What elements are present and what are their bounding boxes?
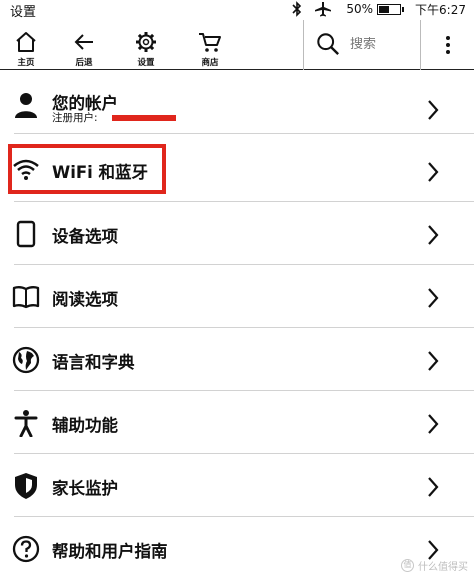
home-label: 主页	[17, 58, 35, 68]
battery-fill	[379, 5, 389, 13]
more-vertical-icon	[445, 36, 450, 54]
settings-item-label: 帮助和用户指南	[52, 542, 168, 561]
status-indicators: 50% 下午6:27	[290, 0, 466, 18]
home-button[interactable]: 主页	[4, 22, 48, 68]
settings-button[interactable]: 设置	[124, 22, 168, 68]
settings-item-reading-options[interactable]: 阅读选项	[0, 265, 474, 328]
settings-item-account[interactable]: 您的帐户 注册用户:	[0, 71, 474, 134]
device-icon	[16, 220, 36, 248]
chevron-right-icon	[428, 100, 439, 120]
watermark-text: 什么值得买	[418, 562, 468, 573]
store-label: 商店	[201, 58, 219, 68]
annotation-highlight-box	[8, 144, 166, 194]
toolbar-divider	[303, 20, 304, 70]
status-title: 设置	[10, 5, 37, 20]
status-bar: 设置 50% 下午6:27	[0, 0, 474, 20]
clock: 下午6:27	[415, 2, 466, 17]
account-subtitle: 注册用户:	[52, 112, 98, 124]
battery-percent: 50%	[346, 2, 374, 16]
toolbar: 主页 后退 设置 商店	[0, 20, 474, 70]
settings-item-language-dictionary[interactable]: 语言和字典	[0, 328, 474, 391]
battery-icon	[377, 3, 405, 15]
settings-label: 设置	[137, 58, 155, 68]
person-icon	[15, 93, 37, 118]
back-arrow-icon	[74, 34, 93, 50]
settings-item-accessibility[interactable]: 辅助功能	[0, 391, 474, 454]
chevron-right-icon	[428, 162, 439, 182]
watermark: 值 什么值得买	[401, 558, 468, 573]
accessibility-icon	[14, 410, 38, 437]
settings-item-label: 设备选项	[52, 227, 118, 246]
back-label: 后退	[75, 58, 93, 68]
settings-item-parental-controls[interactable]: 家长监护	[0, 454, 474, 517]
shield-icon	[15, 473, 37, 499]
chevron-right-icon	[428, 225, 439, 245]
settings-item-device-options[interactable]: 设备选项	[0, 202, 474, 265]
redaction-mark	[112, 115, 176, 121]
chevron-right-icon	[428, 288, 439, 308]
watermark-logo-icon: 值	[401, 559, 414, 572]
settings-item-label: 家长监护	[52, 479, 118, 498]
home-icon	[16, 32, 36, 52]
store-button[interactable]: 商店	[188, 22, 232, 68]
search-input[interactable]	[350, 36, 420, 52]
search-box[interactable]	[306, 24, 420, 64]
settings-item-label: 语言和字典	[52, 353, 135, 372]
settings-item-label: 阅读选项	[52, 290, 118, 309]
chevron-right-icon	[428, 414, 439, 434]
cart-icon	[199, 33, 221, 52]
search-icon	[317, 33, 340, 56]
globe-icon	[12, 346, 40, 374]
chevron-right-icon	[428, 477, 439, 497]
airplane-mode-icon	[315, 2, 332, 17]
help-icon	[12, 535, 40, 563]
more-menu-button[interactable]	[421, 20, 474, 70]
chevron-right-icon	[428, 351, 439, 371]
settings-item-label: 辅助功能	[52, 416, 118, 435]
row-divider	[14, 133, 474, 134]
back-button[interactable]: 后退	[62, 22, 106, 68]
gear-icon	[136, 32, 156, 52]
bluetooth-icon	[292, 1, 302, 17]
book-icon	[12, 286, 40, 309]
